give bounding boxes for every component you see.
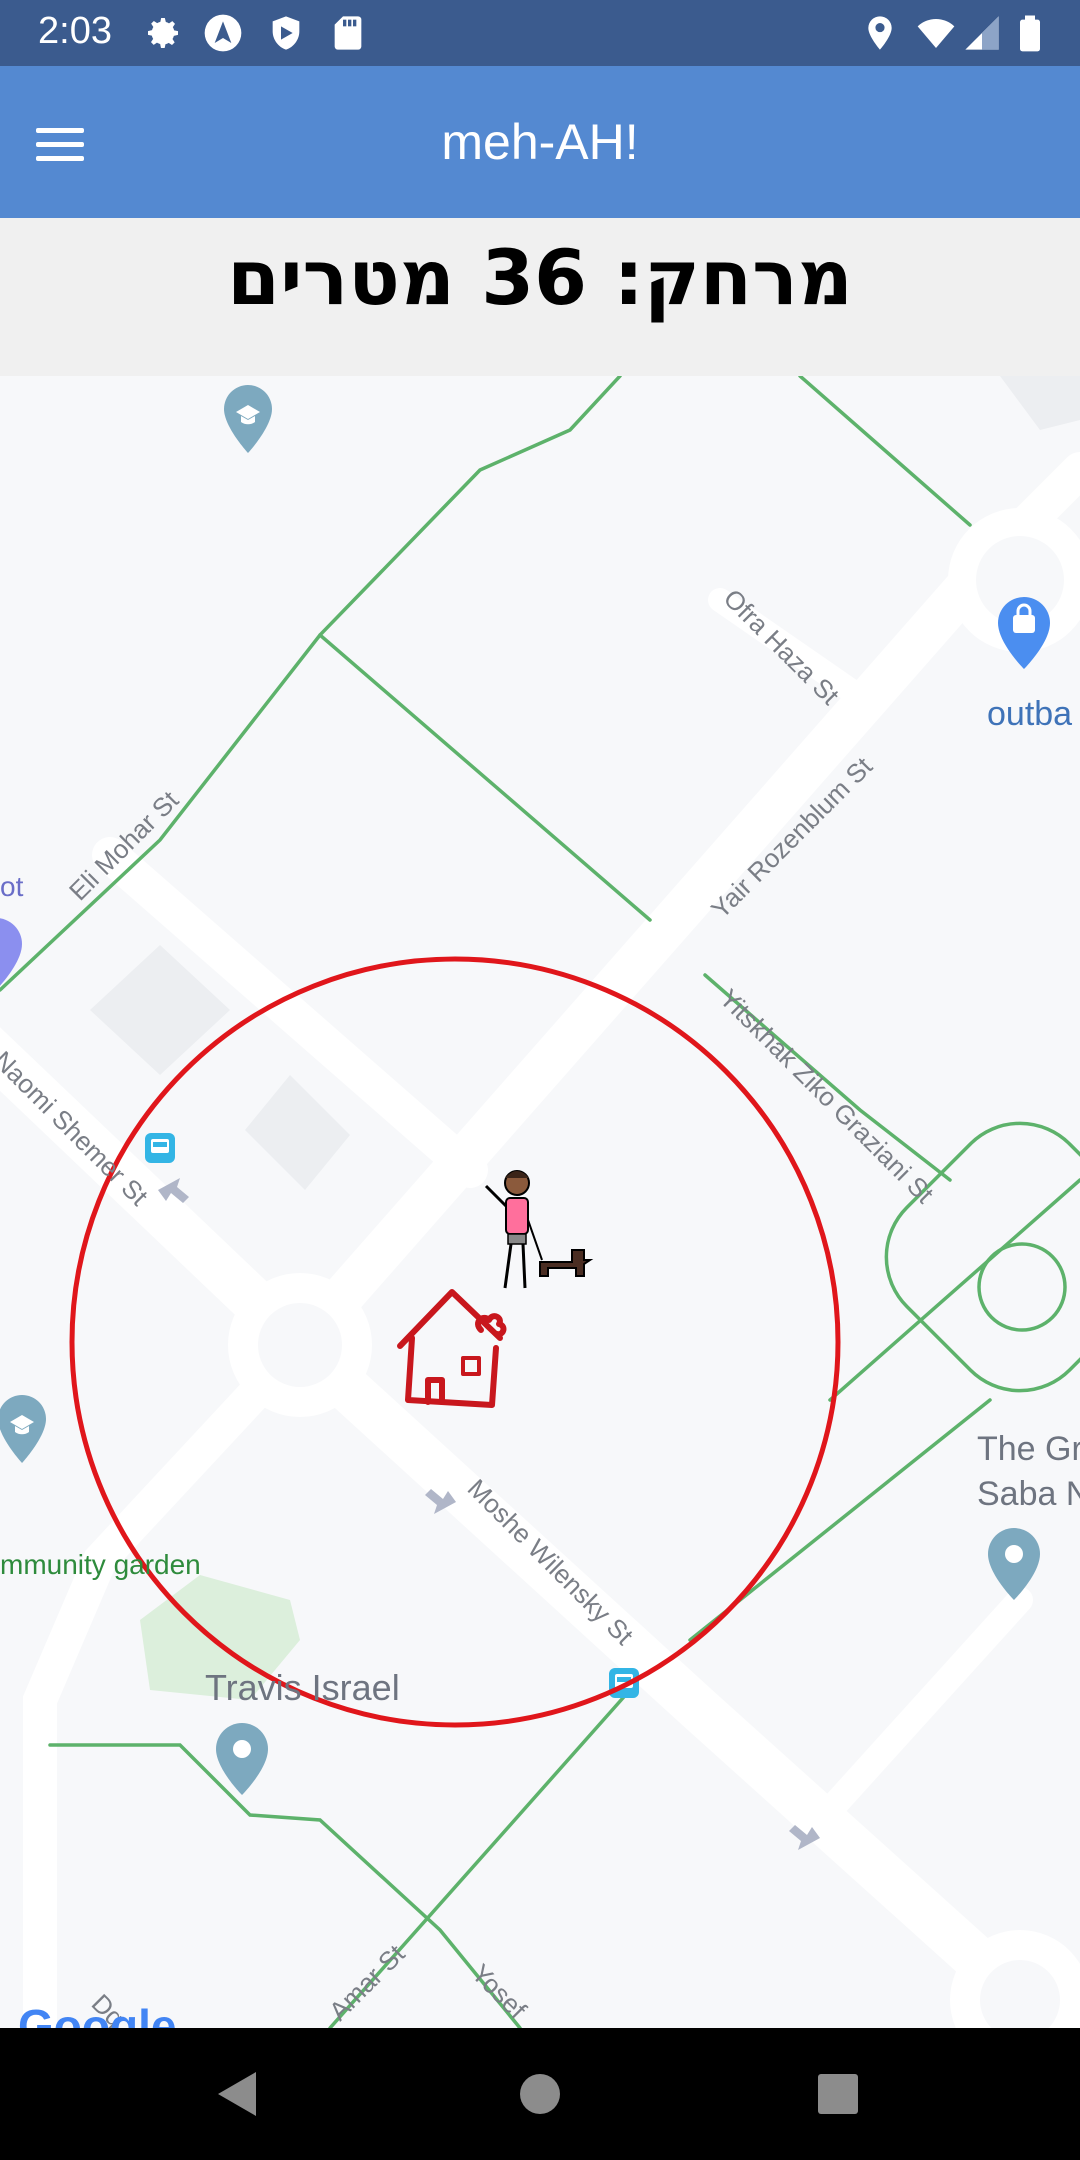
map-canvas: Ofra Haza St Yair Rozenblum St Eli Mohar… xyxy=(0,376,1080,2028)
place-pin-icon[interactable] xyxy=(988,1528,1040,1600)
sd-card-icon xyxy=(334,16,362,50)
home-icon[interactable] xyxy=(510,2064,570,2124)
school-pin-icon[interactable] xyxy=(224,385,272,453)
back-icon[interactable] xyxy=(210,2064,270,2124)
place-label: Saba N xyxy=(977,1475,1080,1513)
street-label: Amar St xyxy=(323,1938,411,2026)
map-view[interactable]: Ofra Haza St Yair Rozenblum St Eli Mohar… xyxy=(0,376,1080,2028)
street-label: Moshe Wilensky St xyxy=(462,1473,640,1651)
recents-icon[interactable] xyxy=(808,2064,868,2124)
place-label: The Gr xyxy=(977,1430,1080,1468)
street-label: Ofra Haza St xyxy=(718,583,846,711)
roundabout-center xyxy=(258,1303,342,1387)
building-shape xyxy=(1000,376,1080,430)
status-time: 2:03 xyxy=(38,10,112,52)
shopping-pin-icon[interactable] xyxy=(998,597,1050,669)
place-pin-icon[interactable] xyxy=(216,1723,268,1795)
building-shape xyxy=(245,1075,350,1190)
person-walking-dog-icon[interactable] xyxy=(484,1170,594,1289)
school-pin-icon[interactable] xyxy=(0,1395,46,1463)
battery-icon xyxy=(1020,15,1040,52)
wifi-icon xyxy=(917,19,955,48)
cell-signal-icon xyxy=(965,16,999,50)
bus-stop-icon[interactable] xyxy=(145,1133,175,1163)
app-bar: meh-AH! xyxy=(0,66,1080,218)
place-label: mmunity garden xyxy=(0,1549,201,1580)
navigation-app-icon xyxy=(204,14,242,52)
location-icon xyxy=(868,16,892,50)
google-logo: Google xyxy=(18,2000,176,2028)
place-label: ot xyxy=(0,871,24,902)
gear-icon xyxy=(148,18,178,48)
distance-panel: מרחק: 36 מטרים xyxy=(0,218,1080,376)
street-label: Naomi Shemer St xyxy=(0,1045,155,1212)
street-label: Yosef xyxy=(466,1958,533,2025)
shield-icon xyxy=(272,16,300,50)
app-title: meh-AH! xyxy=(441,114,639,170)
place-label: Travis Israel xyxy=(205,1667,400,1708)
place-label: outba xyxy=(987,695,1072,733)
home-marker-icon[interactable] xyxy=(397,1289,507,1408)
nav-bar xyxy=(0,2028,1080,2160)
road-network xyxy=(0,452,1080,2028)
status-bar: 2:03 xyxy=(0,0,1080,66)
distance-label: מרחק: 36 מטרים xyxy=(227,233,853,322)
hamburger-menu-icon[interactable] xyxy=(32,120,88,168)
